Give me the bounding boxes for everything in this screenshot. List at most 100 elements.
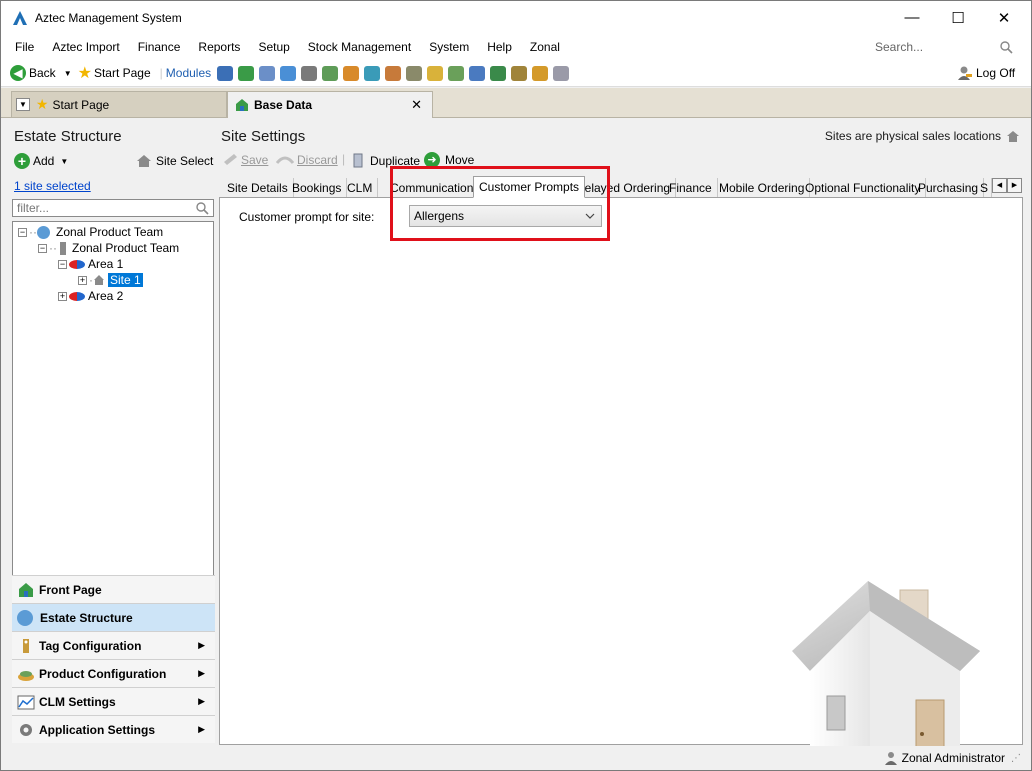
tab-base-data[interactable]: Base Data ✕ [227, 91, 433, 118]
menu-setup[interactable]: Setup [258, 40, 289, 54]
close-tab-icon[interactable]: ✕ [411, 97, 422, 113]
move-arrow-icon: ➜ [424, 152, 440, 168]
menu-reports[interactable]: Reports [198, 40, 240, 54]
module-icon-8[interactable] [364, 65, 381, 81]
module-icon-16[interactable] [532, 65, 549, 81]
maximize-button[interactable]: ☐ [935, 1, 981, 34]
expand-icon[interactable]: + [58, 291, 67, 301]
tab-mobile-ordering[interactable]: Mobile Ordering [714, 178, 811, 197]
module-icon-1[interactable] [217, 65, 234, 81]
back-dropdown-icon[interactable]: ▼ [64, 69, 72, 78]
module-icon-11[interactable] [427, 65, 444, 81]
filter-input[interactable]: filter... [12, 199, 214, 217]
panel-subtitle: Sites are physical sales locations [825, 129, 1020, 143]
module-icon-10[interactable] [406, 65, 423, 81]
module-icon-17[interactable] [553, 65, 570, 81]
main-toolbar: ◀ Back ▼ ★ Start Page | Modules Log Off [1, 60, 1031, 87]
expand-icon[interactable]: + [78, 275, 87, 285]
menu-finance[interactable]: Finance [138, 40, 181, 54]
tree-node-root[interactable]: − ·· Zonal Product Team [18, 225, 163, 239]
module-icon-14[interactable] [490, 65, 507, 81]
menu-zonal[interactable]: Zonal [530, 40, 560, 54]
tab-customer-prompts[interactable]: Customer Prompts [473, 176, 586, 198]
customer-prompts-content: Customer prompt for site: Allergens [219, 197, 1023, 770]
base-data-icon [236, 99, 248, 111]
tab-bookings[interactable]: Bookings [287, 178, 348, 197]
module-icon-7[interactable] [343, 65, 360, 81]
module-icon-13[interactable] [469, 65, 486, 81]
menu-file[interactable]: File [15, 40, 34, 54]
add-button[interactable]: + Add ▼ [14, 153, 68, 169]
nav-clm-settings[interactable]: CLM Settings ▶ [12, 687, 215, 715]
move-button[interactable]: ➜ Move [424, 152, 474, 168]
back-arrow-icon: ◀ [10, 65, 26, 81]
nav-estate-structure[interactable]: Estate Structure [12, 603, 215, 631]
nav-tag-configuration[interactable]: Tag Configuration ▶ [12, 631, 215, 659]
close-button[interactable]: ✕ [981, 1, 1027, 34]
nav-application-settings[interactable]: Application Settings ▶ [12, 715, 215, 743]
tab-overflow[interactable]: S [978, 178, 992, 197]
tab-scroll-right-icon[interactable]: ▶ [1007, 178, 1022, 193]
menu-system[interactable]: System [429, 40, 469, 54]
tree-node-company[interactable]: − ·· Zonal Product Team [38, 241, 179, 255]
tree-node-area-2[interactable]: + Area 2 [58, 289, 123, 303]
modules-label: Modules [165, 66, 212, 80]
tree-node-site-1[interactable]: + · Site 1 [78, 273, 143, 287]
tab-clm[interactable]: CLM [342, 178, 379, 197]
customer-prompt-select[interactable]: Allergens [409, 205, 602, 227]
back-button[interactable]: ◀ Back ▼ [10, 65, 72, 81]
global-search-input[interactable]: Search... [871, 37, 1017, 57]
start-page-button[interactable]: ★ Start Page [78, 63, 151, 83]
tab-optional-functionality[interactable]: Optional Functionality [800, 178, 927, 197]
save-button[interactable]: Save [222, 153, 268, 167]
menu-stock-management[interactable]: Stock Management [308, 40, 411, 54]
house-icon [1007, 130, 1019, 142]
discard-button[interactable]: Discard [276, 153, 338, 167]
module-icon-5[interactable] [301, 65, 318, 81]
module-icon-9[interactable] [385, 65, 402, 81]
menu-aztec-import[interactable]: Aztec Import [52, 40, 119, 54]
product-icon [18, 670, 34, 681]
title-bar: Aztec Management System — ☐ ✕ [1, 1, 1031, 34]
menu-help[interactable]: Help [487, 40, 512, 54]
collapse-icon[interactable]: − [38, 243, 47, 253]
module-icon-3[interactable] [259, 65, 276, 81]
module-icon-12[interactable] [448, 65, 465, 81]
nav-product-configuration[interactable]: Product Configuration ▶ [12, 659, 215, 687]
toolbar-divider: | [159, 66, 163, 80]
log-off-button[interactable]: Log Off [957, 65, 1015, 81]
tab-site-details[interactable]: Site Details [222, 178, 294, 197]
nav-front-page[interactable]: Front Page [12, 575, 215, 603]
building-icon [60, 241, 66, 255]
module-icon-15[interactable] [511, 65, 528, 81]
minimize-button[interactable]: — [889, 1, 935, 34]
collapse-icon[interactable]: − [18, 227, 27, 237]
module-icon-2[interactable] [238, 65, 255, 81]
expand-arrow-icon: ▶ [198, 696, 205, 706]
discard-icon [276, 156, 294, 164]
tab-scroll-left-icon[interactable]: ◀ [992, 178, 1007, 193]
search-icon [196, 201, 209, 215]
tab-start-page[interactable]: ▼ ★ Start Page [11, 91, 227, 118]
resize-grip-icon[interactable]: ⋰ [1011, 753, 1021, 764]
current-user: Zonal Administrator [901, 751, 1005, 765]
tab-list-dropdown-icon[interactable]: ▼ [16, 98, 30, 111]
collapse-icon[interactable]: − [58, 259, 67, 269]
sites-selected-link[interactable]: 1 site selected [14, 179, 91, 193]
document-tab-strip: ▼ ★ Start Page Base Data ✕ [1, 88, 1031, 118]
tree-node-area-1[interactable]: − Area 1 [58, 257, 123, 271]
site-select-button[interactable]: Site Select [136, 154, 213, 168]
tab-finance[interactable]: Finance [664, 178, 718, 197]
house-illustration-icon [792, 581, 980, 770]
save-icon [224, 154, 237, 165]
tab-delayed-ordering[interactable]: Delayed Ordering [571, 178, 677, 197]
module-icon-6[interactable] [322, 65, 339, 81]
star-icon: ★ [77, 65, 92, 82]
duplicate-button[interactable]: Duplicate [351, 153, 420, 168]
panel-title: Site Settings [221, 128, 306, 145]
tab-communications[interactable]: Communications [385, 178, 486, 197]
tab-purchasing[interactable]: Purchasing [913, 178, 985, 197]
user-icon [884, 752, 897, 765]
module-icon-4[interactable] [280, 65, 297, 81]
chevron-down-icon [585, 213, 595, 219]
